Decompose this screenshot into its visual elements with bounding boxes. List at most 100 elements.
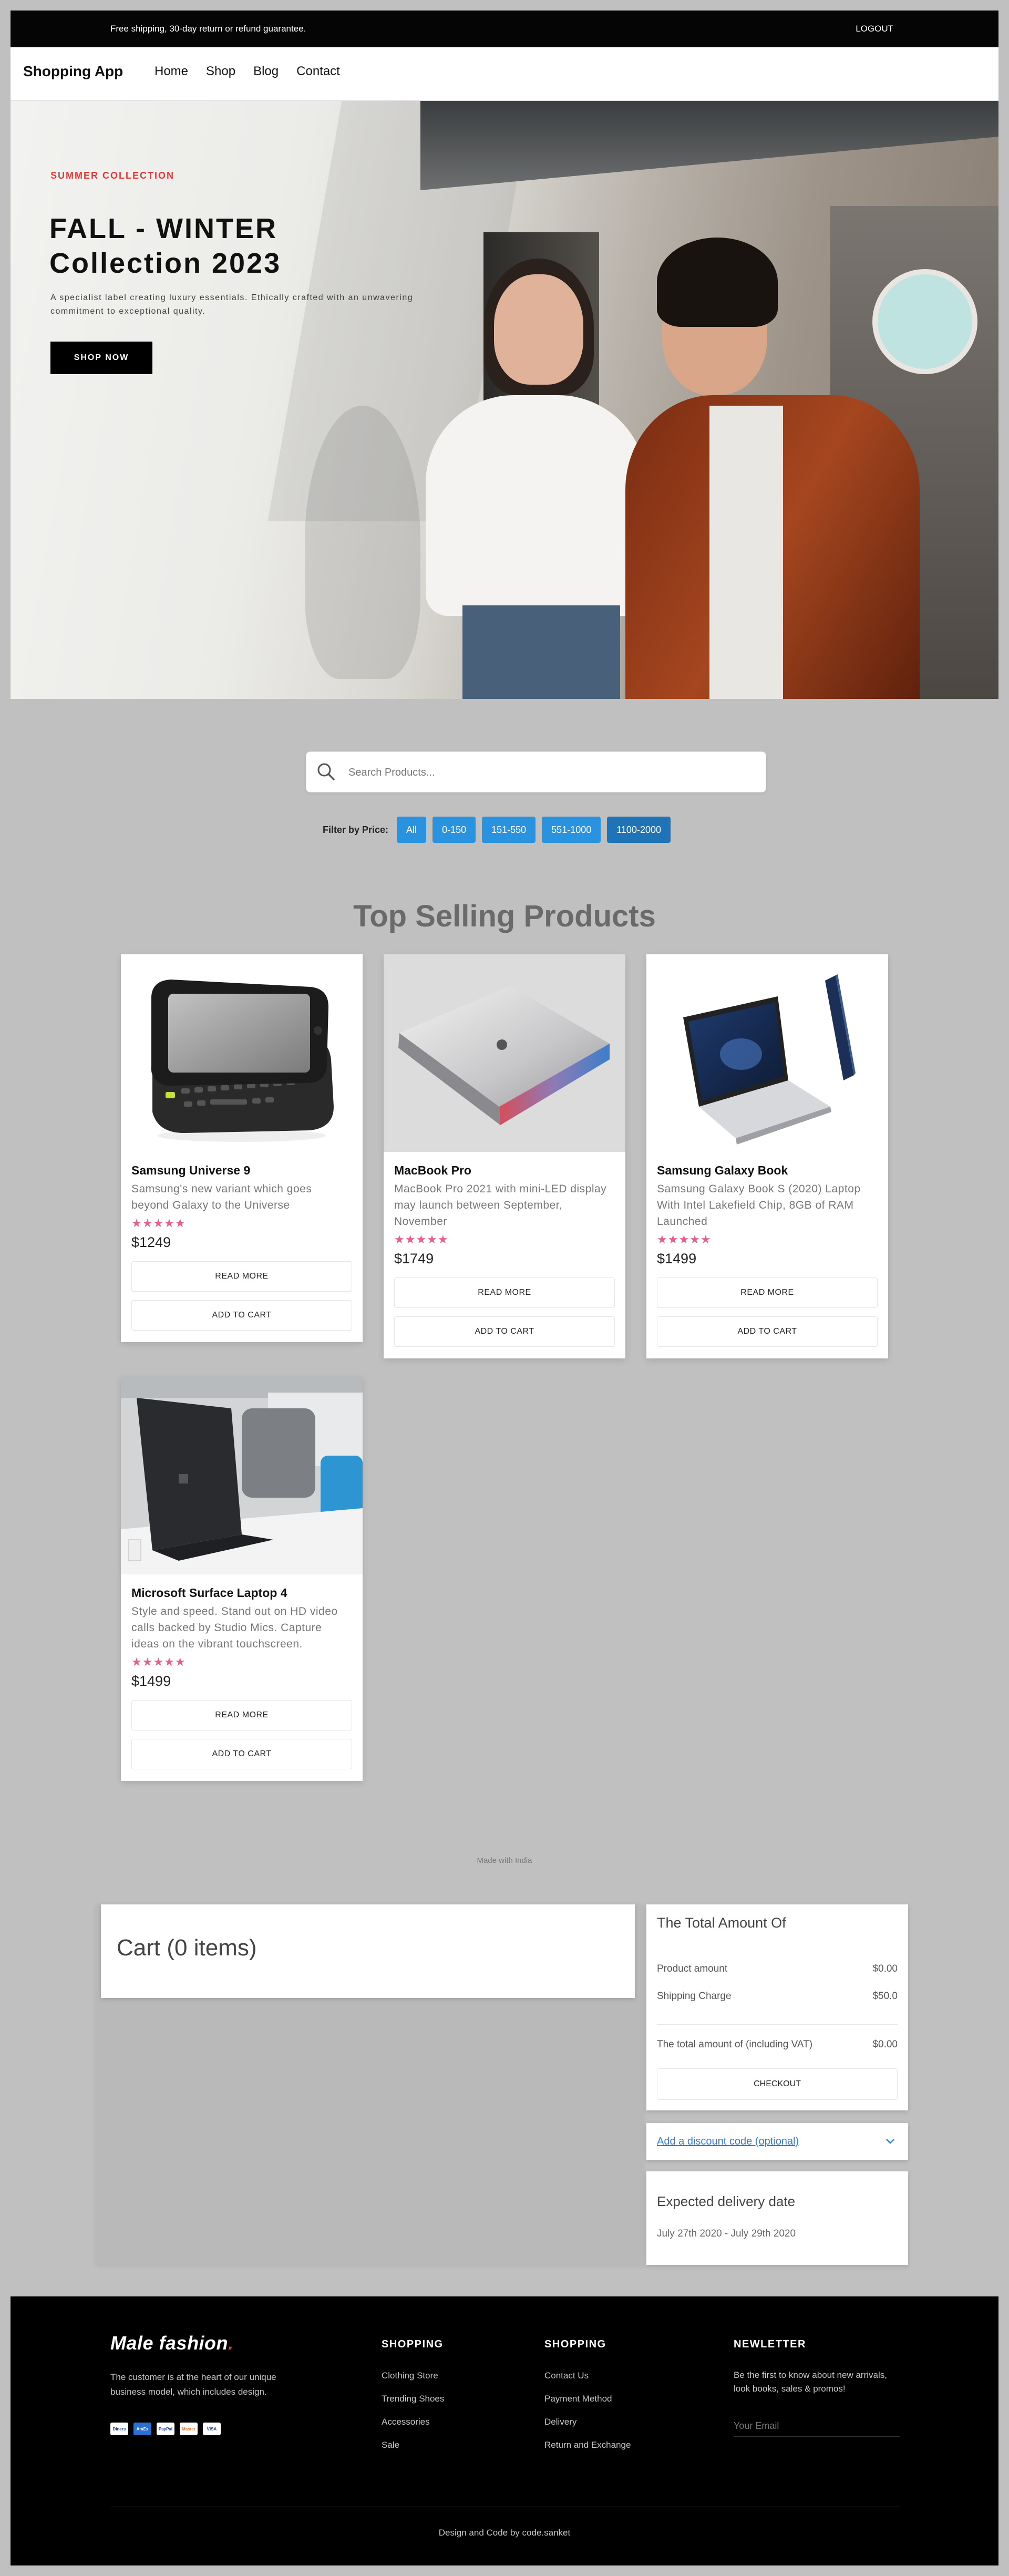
product-image[interactable] [646,954,888,1152]
footer-col-title: SHOPPING [382,2338,444,2350]
nav-link-blog[interactable]: Blog [253,64,279,79]
footer-credit: Design and Code by code.sanket [438,2528,571,2538]
read-more-button[interactable]: READ MORE [131,1261,352,1292]
hero-woman-face [494,274,583,385]
product-image[interactable] [384,954,625,1152]
chevron-down-icon[interactable] [884,2135,897,2147]
footer-link[interactable]: Delivery [544,2417,631,2427]
product-description: MacBook Pro 2021 with mini-LED display m… [394,1183,607,1228]
newsletter: NEWLETTER Be the first to know about new… [734,2338,900,2437]
main-navbar: Shopping App Home Shop Blog Contact [11,47,998,101]
product-price: $1249 [131,1234,171,1250]
product-description: Samsung Galaxy Book S (2020) Laptop With… [657,1183,861,1228]
product-card: Samsung Universe 9 Samsung's new variant… [121,954,363,1342]
read-more-button[interactable]: READ MORE [394,1277,615,1308]
made-with-note: Made with India [477,1856,532,1865]
hero-description: A specialist label creating luxury essen… [50,293,414,316]
footer-link[interactable]: Clothing Store [382,2371,444,2381]
rating-stars: ★★★★★ [131,1655,186,1668]
nav-link-home[interactable]: Home [155,64,188,79]
footer-logo-dot: . [228,2332,234,2354]
footer-about: The customer is at the heart of our uniq… [110,2372,276,2397]
nav-link-contact[interactable]: Contact [296,64,340,79]
product-description: Samsung's new variant which goes beyond … [131,1183,312,1211]
delivery-panel: Expected delivery date July 27th 2020 - … [646,2171,908,2265]
filter-0-150-button[interactable]: 0-150 [433,817,476,843]
logout-link[interactable]: LOGOUT [856,24,893,34]
add-to-cart-button[interactable]: ADD TO CART [131,1739,352,1769]
product-description: Style and speed. Stand out on HD video c… [131,1605,338,1650]
product-card: Microsoft Surface Laptop 4 Style and spe… [121,1377,363,1781]
newsletter-email-input[interactable] [734,2416,900,2437]
hero-round-sign [872,269,977,374]
footer-logo[interactable]: Male fashion. [110,2332,234,2354]
filter-151-550-button[interactable]: 151-550 [482,817,536,843]
delivery-dates: July 27th 2020 - July 29th 2020 [657,2228,796,2239]
product-amount-value: $0.00 [872,1963,898,1974]
paypal-card-icon: PayPal [157,2423,174,2435]
filter-all-button[interactable]: All [397,817,427,843]
product-price: $1749 [394,1251,434,1266]
macbook-image [384,954,625,1152]
summary-divider [657,2024,898,2025]
section-title: Top Selling Products [353,899,656,933]
add-to-cart-button[interactable]: ADD TO CART [394,1316,615,1347]
total-label: The total amount of (including VAT) [657,2039,813,2050]
add-to-cart-button[interactable]: ADD TO CART [657,1316,878,1347]
footer-link[interactable]: Contact Us [544,2371,631,2381]
search-input[interactable] [348,763,748,782]
footer-support-column: SHOPPING Contact Us Payment Method Deliv… [544,2338,631,2463]
footer-link[interactable]: Accessories [382,2417,444,2427]
cart-panel: Cart (0 items) [96,1904,643,2265]
order-summary: The Total Amount Of Product amount $0.00… [646,1904,908,2110]
rating-stars: ★★★★★ [394,1233,449,1246]
footer-link[interactable]: Return and Exchange [544,2440,631,2450]
product-image[interactable] [121,1377,363,1574]
search-bar [306,751,766,792]
product-price: $1499 [657,1251,697,1266]
summary-title: The Total Amount Of [657,1915,786,1931]
product-image[interactable] [121,954,363,1152]
product-card: Samsung Galaxy Book Samsung Galaxy Book … [646,954,888,1358]
footer-shopping-column: SHOPPING Clothing Store Trending Shoes A… [382,2338,444,2463]
product-name: Samsung Galaxy Book [657,1163,788,1177]
visa-card-icon: VISA [203,2423,221,2435]
price-filter: Filter by Price: All 0-150 151-550 551-1… [323,817,671,843]
footer-link[interactable]: Payment Method [544,2394,631,2404]
product-name: Microsoft Surface Laptop 4 [131,1586,287,1600]
hero-woman-jeans [462,605,620,699]
galaxy-book-image [646,954,888,1152]
read-more-button[interactable]: READ MORE [131,1700,352,1730]
shipping-row: Shipping Charge $50.0 [657,1991,898,2002]
discount-link[interactable]: Add a discount code (optional) [657,2136,799,2148]
hero-awning [420,101,998,190]
search-icon [317,763,335,780]
add-to-cart-button[interactable]: ADD TO CART [131,1300,352,1331]
hero-person-shadow [305,406,420,679]
product-name: MacBook Pro [394,1163,471,1177]
hero-title-line1: FALL - WINTER [49,213,277,244]
shop-now-button[interactable]: SHOP NOW [50,342,152,374]
rating-stars: ★★★★★ [131,1217,186,1230]
announcement-bar: Free shipping, 30-day return or refund g… [11,11,998,47]
hero-title: FALL - WINTER Collection 2023 [49,211,281,281]
discount-panel[interactable]: Add a discount code (optional) [646,2123,908,2160]
checkout-button[interactable]: CHECKOUT [657,2068,898,2100]
nav-links: Home Shop Blog Contact [155,64,340,79]
brand-logo[interactable]: Shopping App [23,63,123,80]
filter-551-1000-button[interactable]: 551-1000 [542,817,601,843]
phone-image [121,954,363,1152]
nav-link-shop[interactable]: Shop [206,64,235,79]
hero-label: SUMMER COLLECTION [50,170,174,181]
product-name: Samsung Universe 9 [131,1163,251,1177]
filter-label: Filter by Price: [323,824,389,835]
total-value: $0.00 [872,2039,898,2050]
footer-link[interactable]: Sale [382,2440,444,2450]
footer-col-title: SHOPPING [544,2338,606,2350]
hero-banner: SUMMER COLLECTION FALL - WINTER Collecti… [11,101,998,699]
footer-link[interactable]: Trending Shoes [382,2394,444,2404]
cart-title: Cart (0 items) [117,1935,257,1961]
shipping-value: $50.0 [872,1991,898,2002]
filter-1100-2000-button[interactable]: 1100-2000 [607,817,671,843]
read-more-button[interactable]: READ MORE [657,1277,878,1308]
